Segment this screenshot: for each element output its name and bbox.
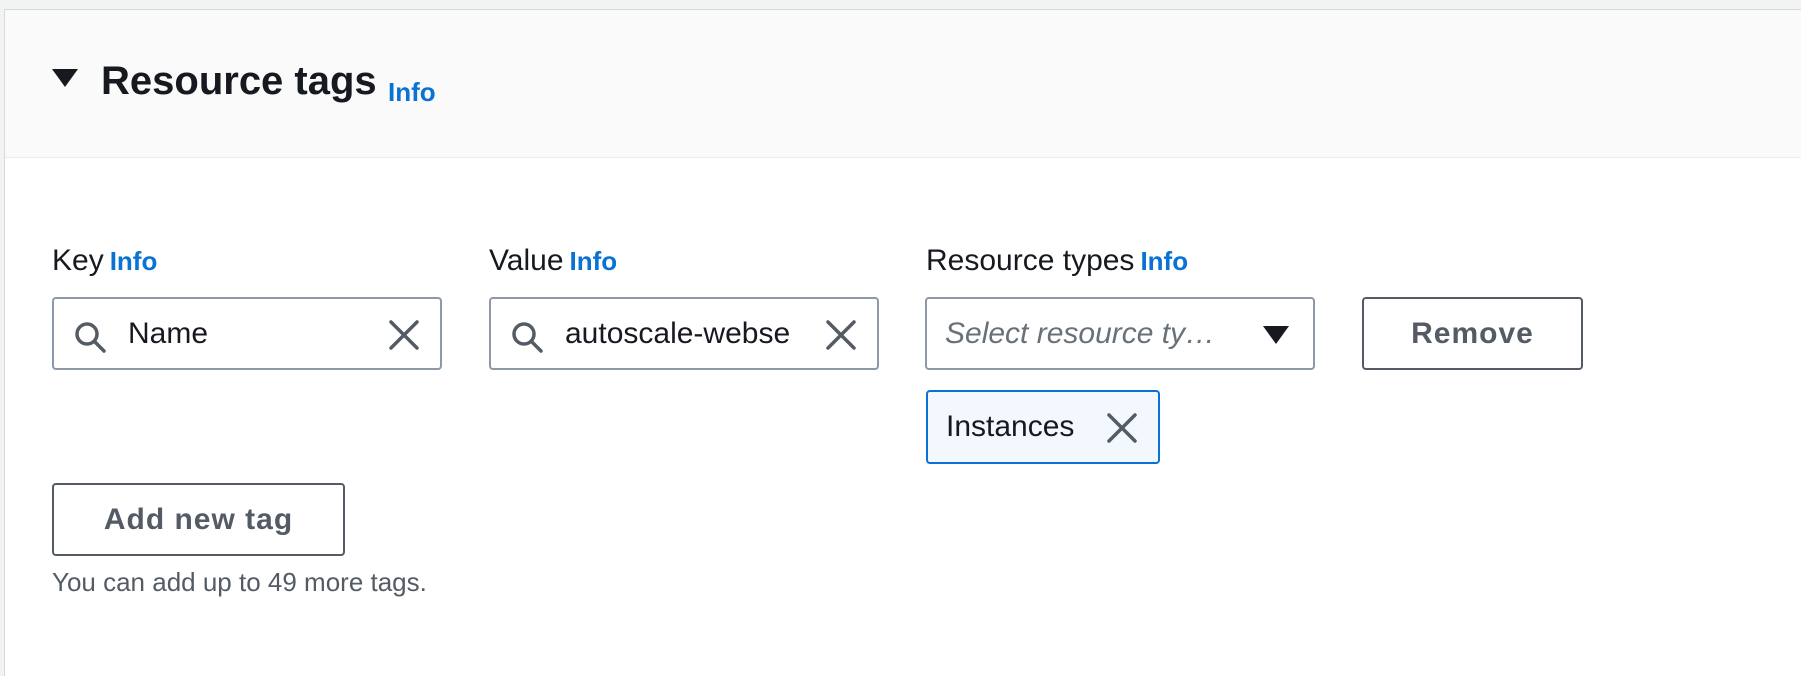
resource-type-token: Instances bbox=[926, 390, 1160, 464]
resource-types-info-link[interactable]: Info bbox=[1140, 246, 1188, 276]
search-icon bbox=[75, 322, 106, 353]
expand-caret-icon[interactable] bbox=[52, 69, 78, 87]
key-input[interactable]: Name bbox=[52, 297, 442, 370]
resource-types-label: Resource types Info bbox=[926, 241, 1188, 281]
add-new-tag-button[interactable]: Add new tag bbox=[52, 483, 345, 556]
clear-value-icon[interactable] bbox=[823, 317, 859, 353]
caret-down-icon bbox=[1263, 326, 1289, 344]
value-input-value: autoscale-webse bbox=[565, 317, 791, 350]
value-input[interactable]: autoscale-webse bbox=[489, 297, 879, 370]
close-icon[interactable] bbox=[1104, 410, 1140, 446]
search-icon bbox=[512, 322, 543, 353]
clear-key-icon[interactable] bbox=[386, 317, 422, 353]
value-info-link[interactable]: Info bbox=[570, 246, 618, 276]
section-title: Resource tags bbox=[101, 59, 377, 103]
panel-header[interactable]: Resource tags Info bbox=[5, 10, 1801, 158]
value-label-text: Value bbox=[489, 244, 564, 277]
resource-types-placeholder: Select resource ty… bbox=[945, 317, 1216, 350]
token-label: Instances bbox=[946, 410, 1075, 443]
resource-types-select[interactable]: Select resource ty… bbox=[925, 297, 1315, 370]
value-label: Value Info bbox=[489, 241, 617, 281]
key-label-text: Key bbox=[52, 244, 104, 277]
tags-remaining-hint: You can add up to 49 more tags. bbox=[52, 567, 427, 597]
key-info-link[interactable]: Info bbox=[110, 246, 158, 276]
section-info-link[interactable]: Info bbox=[388, 76, 436, 108]
key-label: Key Info bbox=[52, 241, 157, 281]
resource-types-label-text: Resource types bbox=[926, 244, 1135, 277]
remove-tag-button[interactable]: Remove bbox=[1362, 297, 1583, 370]
key-input-value: Name bbox=[128, 317, 209, 350]
